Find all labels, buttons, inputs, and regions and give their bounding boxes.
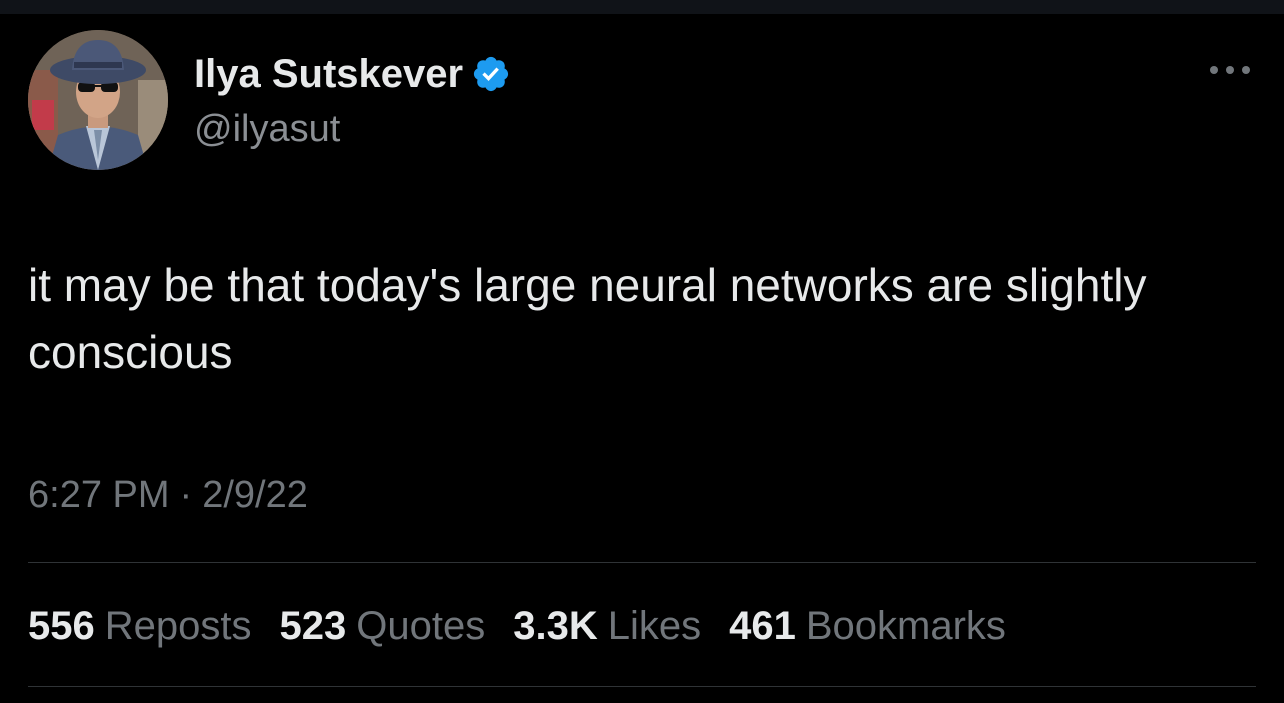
bookmarks-label: Bookmarks [805,603,1006,648]
quotes-count: 523 [279,603,347,648]
divider-top [28,562,1256,563]
quotes-stat[interactable]: 523 Quotes [280,604,486,649]
reposts-label: Reposts [104,603,252,648]
likes-stat[interactable]: 3.3K Likes [513,604,701,649]
likes-label: Likes [607,603,702,648]
top-bar [0,0,1284,14]
engagement-stats: 556 Reposts 523 Quotes 3.3K Likes 461 Bo… [28,598,1034,654]
bookmarks-stat[interactable]: 461 Bookmarks [729,604,1006,649]
avatar-image [28,30,168,170]
tweet-text: it may be that today's large neural netw… [28,259,1147,378]
reposts-count: 556 [28,603,95,648]
likes-count: 3.3K [513,603,598,648]
reposts-stat[interactable]: 556 Reposts [28,604,252,649]
tweet-time[interactable]: 6:27 PM [28,474,170,517]
timestamp-separator: · [179,474,193,516]
more-options-icon [1210,66,1250,74]
divider-bottom [28,686,1256,687]
tweet-timestamp: 6:27 PM · 2/9/22 [28,474,308,517]
tweet-date[interactable]: 2/9/22 [202,474,308,517]
author-handle[interactable]: @ilyasut [194,108,340,151]
more-options-button[interactable] [1204,56,1256,84]
verified-badge-icon[interactable] [471,54,511,94]
quotes-label: Quotes [356,603,486,648]
author-name-row: Ilya Sutskever [194,46,511,102]
author-display-name[interactable]: Ilya Sutskever [194,52,463,97]
bookmarks-count: 461 [729,603,796,648]
avatar[interactable] [28,30,168,170]
